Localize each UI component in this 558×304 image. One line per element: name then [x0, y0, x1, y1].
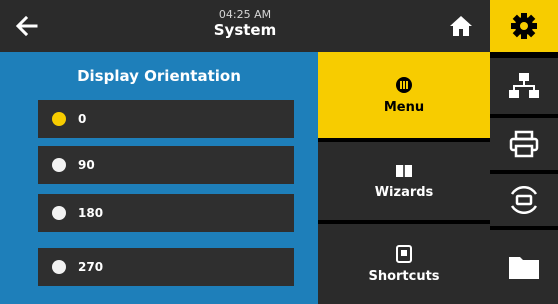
nav-menu-button[interactable]: Menu — [318, 52, 490, 138]
main-nav: Menu Wizards Shortcuts — [318, 52, 490, 304]
radio-icon — [52, 206, 66, 220]
orientation-option-0[interactable]: 0 — [38, 100, 294, 138]
rfid-icon — [510, 186, 538, 214]
orientation-option-90[interactable]: 90 — [38, 146, 294, 184]
home-button[interactable] — [448, 13, 474, 39]
radio-icon — [52, 158, 66, 172]
option-label: 180 — [78, 206, 104, 220]
page-title: System — [213, 21, 277, 39]
folder-icon — [509, 257, 539, 279]
panel-title: Display Orientation — [77, 67, 241, 85]
display-orientation-panel: Display Orientation 0 90 180 270 — [0, 52, 318, 304]
option-label: 90 — [78, 158, 95, 172]
orientation-option-180[interactable]: 180 — [38, 194, 294, 232]
orientation-option-270[interactable]: 270 — [38, 248, 294, 286]
shortcut-icon — [396, 244, 412, 263]
nav-shortcuts-label: Shortcuts — [368, 268, 440, 284]
printer-display: 04:25 AM System Display Orientation 0 90… — [0, 0, 558, 304]
nav-wizards-button[interactable]: Wizards — [318, 142, 490, 220]
settings-button[interactable] — [490, 0, 558, 52]
option-label: 0 — [78, 112, 87, 126]
network-button[interactable] — [490, 58, 558, 114]
header-bar: 04:25 AM System — [0, 0, 490, 52]
clock: 04:25 AM — [218, 8, 272, 21]
radio-icon — [52, 260, 66, 274]
printer-icon — [509, 130, 539, 158]
home-icon — [450, 16, 472, 36]
option-label: 270 — [78, 260, 104, 274]
network-icon — [509, 73, 539, 98]
menu-dots-icon — [396, 76, 412, 93]
radio-selected-icon — [52, 112, 66, 126]
right-rail — [490, 0, 558, 304]
nav-shortcuts-button[interactable]: Shortcuts — [318, 224, 490, 304]
storage-button[interactable] — [490, 230, 558, 304]
nav-wizards-label: Wizards — [374, 184, 434, 200]
gear-icon — [511, 13, 537, 39]
print-button[interactable] — [490, 118, 558, 170]
nav-menu-label: Menu — [383, 99, 425, 115]
connection-button[interactable] — [490, 174, 558, 226]
book-icon — [396, 164, 412, 177]
